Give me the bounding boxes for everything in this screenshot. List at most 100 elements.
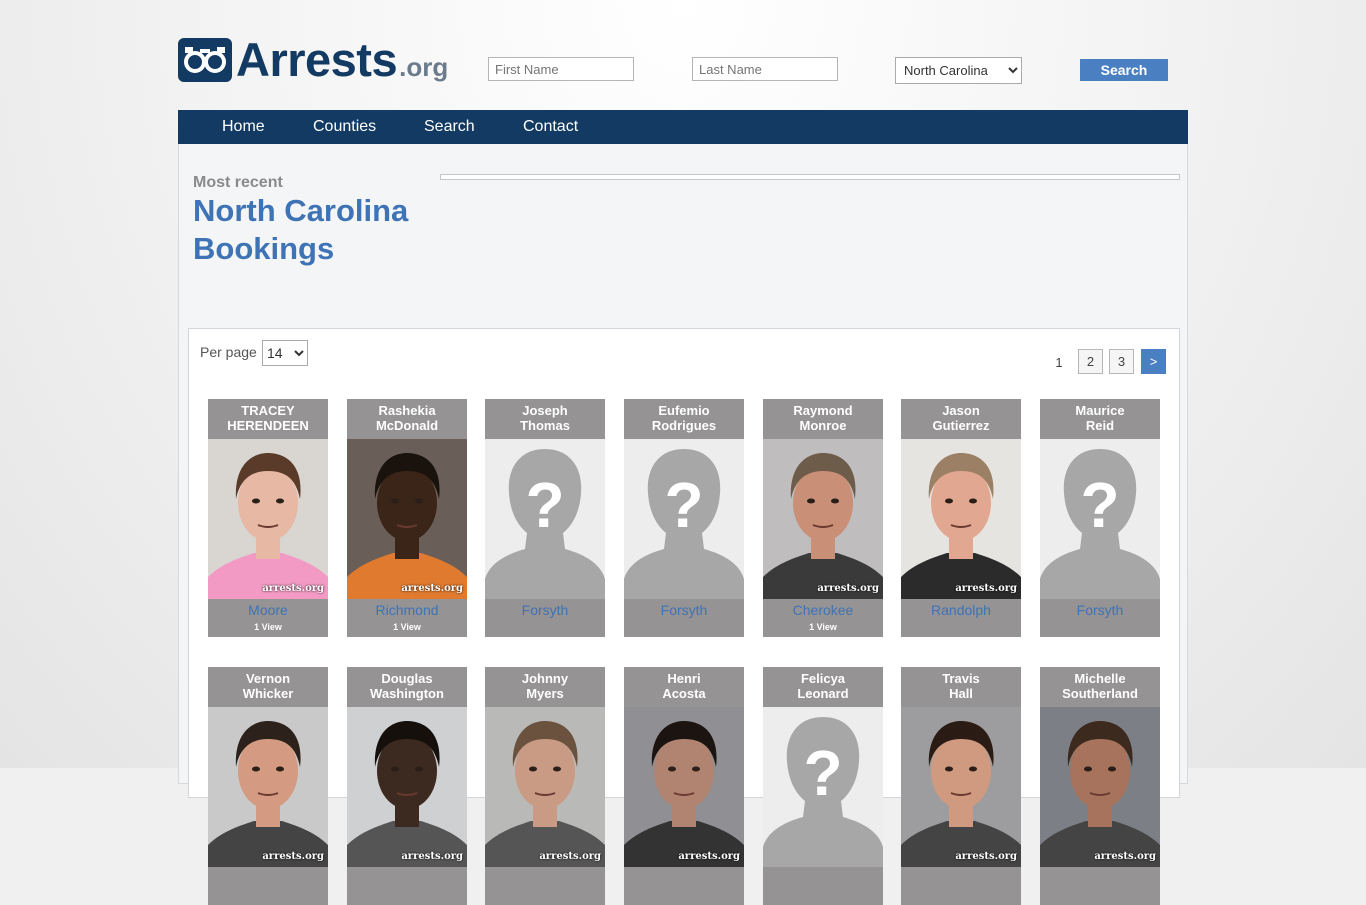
bookings-panel: Per page 14 1 2 3 > TRACEY HERENDEEN arres… [188,328,1180,905]
last-name-input[interactable] [692,57,838,81]
placeholder-photo[interactable]: ? [763,707,883,867]
booking-card[interactable]: Vernon Whicker arrests.org [208,667,328,905]
inmate-first-name: TRACEY [241,403,295,418]
pagination-page-2[interactable]: 2 [1078,349,1103,374]
inmate-first-name: Maurice [1075,403,1125,418]
booking-card[interactable]: Rashekia McDonald arrests.org Richmond 1 Vie… [347,399,467,637]
mugshot-photo[interactable]: arrests.org [347,439,467,599]
inmate-name[interactable]: Douglas Washington [347,671,467,701]
inmate-name[interactable]: TRACEY HERENDEEN [208,403,328,433]
mugshot-photo[interactable]: arrests.org [208,439,328,599]
inmate-last-name: McDonald [375,418,439,433]
inmate-first-name: Joseph [522,403,568,418]
first-name-input[interactable] [488,57,634,81]
inmate-name[interactable]: Johnny Myers [485,671,605,701]
ad-banner [440,174,1180,180]
inmate-first-name: Vernon [245,671,291,686]
placeholder-photo[interactable]: ? [485,439,605,599]
placeholder-photo[interactable]: ? [624,439,744,599]
nav-counties[interactable]: Counties [313,110,376,143]
inmate-first-name: Travis [942,671,980,686]
inmate-name[interactable]: Raymond Monroe [763,403,883,433]
watermark: arrests.org [678,851,740,862]
inmate-name[interactable]: Eufemio Rodrigues [624,403,744,433]
pagination-page-3[interactable]: 3 [1109,349,1134,374]
inmate-last-name: Myers [526,686,564,701]
page-subtitle: Most recent [193,174,283,191]
inmate-first-name: Douglas [381,671,433,686]
main-nav: Home Counties Search Contact [178,110,1188,144]
nav-search[interactable]: Search [424,110,475,143]
inmate-name[interactable]: Michelle Southerland [1040,671,1160,701]
county-link[interactable]: Forsyth [624,602,744,618]
inmate-last-name: Leonard [797,686,849,701]
county-link[interactable]: Moore [208,602,328,618]
booking-card[interactable]: TRACEY HERENDEEN arrests.org Moore 1 View [208,399,328,637]
inmate-name[interactable]: Vernon Whicker [208,671,328,701]
county-link[interactable]: Cherokee [763,602,883,618]
pagination-next[interactable]: > [1141,349,1166,374]
watermark: arrests.org [817,583,879,594]
svg-text:?: ? [1080,469,1119,541]
svg-text:?: ? [803,737,842,809]
booking-card[interactable]: Douglas Washington arrests.org [347,667,467,905]
booking-card[interactable]: Eufemio Rodrigues? Forsyth [624,399,744,637]
mugshot-photo[interactable]: arrests.org [901,707,1021,867]
inmate-last-name: Gutierrez [932,418,990,433]
mugshot-photo[interactable]: arrests.org [347,707,467,867]
svg-text:?: ? [664,469,703,541]
watermark: arrests.org [539,851,601,862]
placeholder-photo[interactable]: ? [1040,439,1160,599]
county-link[interactable]: Randolph [901,602,1021,618]
mugshot-photo[interactable]: arrests.org [901,439,1021,599]
handcuffs-icon [178,38,232,82]
site-logo[interactable]: Arrests .org [178,34,449,83]
inmate-first-name: Eufemio [658,403,710,418]
inmate-name[interactable]: Travis Hall [901,671,1021,701]
search-button[interactable]: Search [1080,59,1168,81]
page-title: North Carolina Bookings [193,193,409,266]
inmate-last-name: Southerland [1062,686,1138,701]
state-select[interactable]: North Carolina [895,57,1022,84]
inmate-last-name: Rodrigues [651,418,717,433]
per-page-select[interactable]: 14 [262,340,308,366]
booking-card[interactable]: Michelle Southerland arrests.org [1040,667,1160,905]
mugshot-photo[interactable]: arrests.org [485,707,605,867]
inmate-first-name: Felicya [800,671,846,686]
mugshot-photo[interactable]: arrests.org [1040,707,1160,867]
inmate-first-name: Jason [942,403,980,418]
inmate-name[interactable]: Joseph Thomas [485,403,605,433]
watermark: arrests.org [955,851,1017,862]
booking-card[interactable]: Johnny Myers arrests.org [485,667,605,905]
watermark: arrests.org [401,851,463,862]
inmate-name[interactable]: Felicya Leonard [763,671,883,701]
booking-card[interactable]: Joseph Thomas? Forsyth [485,399,605,637]
mugshot-photo[interactable]: arrests.org [208,707,328,867]
inmate-first-name: Henri [667,671,701,686]
pagination-current: 1 [1055,355,1063,370]
inmate-name[interactable]: Rashekia McDonald [347,403,467,433]
watermark: arrests.org [1094,851,1156,862]
booking-card[interactable]: Jason Gutierrez arrests.org Randolph [901,399,1021,637]
mugshot-photo[interactable]: arrests.org [624,707,744,867]
booking-card[interactable]: Maurice Reid? Forsyth [1040,399,1160,637]
county-link[interactable]: Forsyth [1040,602,1160,618]
inmate-last-name: Hall [949,686,973,701]
booking-card[interactable]: Raymond Monroe arrests.org Cherokee 1 View [763,399,883,637]
inmate-first-name: Michelle [1074,671,1126,686]
mugshot-photo[interactable]: arrests.org [763,439,883,599]
booking-card[interactable]: Henri Acosta arrests.org [624,667,744,905]
county-link[interactable]: Richmond [347,602,467,618]
view-count: 1 View [254,622,282,632]
logo-suffix: .org [399,52,449,82]
booking-card[interactable]: Travis Hall arrests.org [901,667,1021,905]
inmate-name[interactable]: Jason Gutierrez [901,403,1021,433]
inmate-last-name: Monroe [799,418,847,433]
inmate-name[interactable]: Henri Acosta [624,671,744,701]
nav-contact[interactable]: Contact [523,110,578,143]
booking-card[interactable]: Felicya Leonard? [763,667,883,905]
view-count: 1 View [809,622,837,632]
inmate-name[interactable]: Maurice Reid [1040,403,1160,433]
county-link[interactable]: Forsyth [485,602,605,618]
nav-home[interactable]: Home [222,110,265,143]
